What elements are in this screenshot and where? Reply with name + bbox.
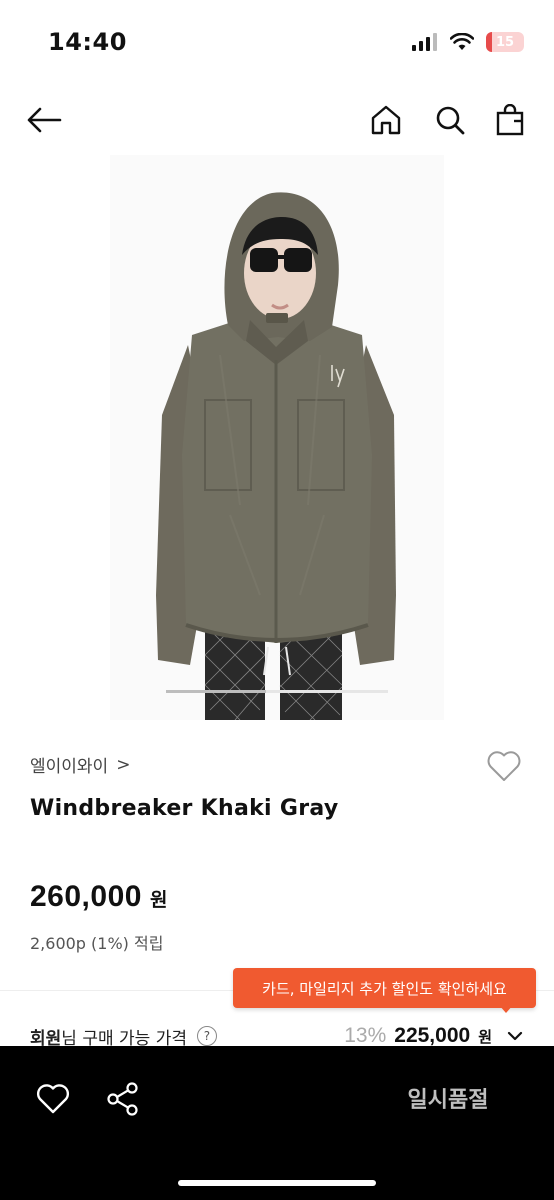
battery-percent: 15	[495, 34, 515, 50]
battery-icon: 15	[486, 32, 524, 52]
home-button[interactable]	[364, 98, 408, 142]
help-icon[interactable]: ?	[196, 1026, 217, 1046]
brand-name: 엘이이와이	[30, 757, 109, 777]
status-icons: 15	[412, 32, 524, 52]
member-price: 13% 225,000 원	[344, 1024, 492, 1048]
arrow-left-icon	[27, 107, 62, 133]
image-carousel-progress	[166, 690, 388, 693]
product-name: Windbreaker Khaki Gray	[30, 796, 339, 821]
product-image[interactable]	[110, 155, 444, 720]
heart-icon	[487, 751, 521, 781]
brand-chevron: >	[116, 754, 131, 775]
discount-tooltip[interactable]: 카드, 마일리지 추가 할인도 확인하세요	[233, 968, 536, 1008]
home-icon	[371, 105, 401, 135]
share-icon	[107, 1082, 138, 1116]
member-discount-rate: 13%	[344, 1024, 387, 1047]
shopping-bag-icon	[496, 104, 524, 136]
reward-points: 2,600p (1%) 적립	[30, 934, 164, 953]
member-price-label: 회원님 구매 가능 가격	[30, 1024, 187, 1049]
product-price: 260,000 원	[30, 880, 167, 914]
discount-tooltip-text: 카드, 마일리지 추가 할인도 확인하세요	[262, 979, 507, 998]
chevron-down-icon[interactable]	[506, 1027, 524, 1045]
back-button[interactable]	[22, 98, 66, 142]
heart-icon	[36, 1084, 70, 1114]
top-nav-bar	[0, 90, 554, 150]
share-button[interactable]	[104, 1080, 142, 1118]
price-value: 260,000	[30, 880, 142, 913]
brand-link[interactable]: 엘이이와이 >	[30, 752, 131, 778]
image-carousel-progress-fill	[166, 690, 266, 693]
status-bar: 14:40 15	[0, 0, 554, 80]
bottom-wishlist-button[interactable]	[34, 1080, 72, 1118]
search-button[interactable]	[428, 98, 472, 142]
wifi-icon	[450, 33, 474, 50]
search-icon	[436, 106, 465, 135]
soldout-button[interactable]: 일시품절	[390, 1076, 506, 1120]
bottom-action-bar	[0, 1046, 554, 1200]
member-price-unit: 원	[478, 1028, 492, 1046]
wishlist-button[interactable]	[484, 746, 524, 786]
cart-button[interactable]	[488, 98, 532, 142]
price-unit: 원	[149, 889, 168, 911]
tooltip-arrow	[499, 1005, 513, 1013]
member-price-value: 225,000	[394, 1024, 471, 1047]
signal-icon	[412, 33, 437, 51]
product-photo-illustration	[110, 155, 444, 720]
home-indicator	[178, 1180, 376, 1186]
battery-level	[486, 32, 492, 52]
status-time: 14:40	[48, 28, 127, 56]
